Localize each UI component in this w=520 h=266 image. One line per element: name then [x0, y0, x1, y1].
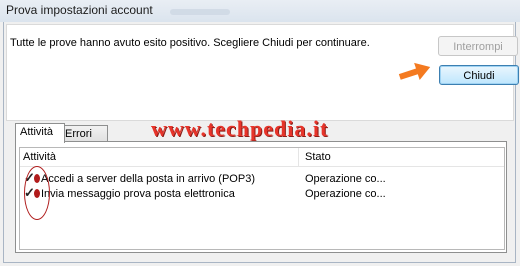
column-divider[interactable] [298, 148, 299, 166]
row-task: Invia messaggio prova posta elettronica [41, 188, 235, 200]
dialog-body: Tutte le prove hanno avuto esito positiv… [3, 22, 519, 263]
message-panel: Tutte le prove hanno avuto esito positiv… [6, 24, 519, 121]
row-status: Operazione co... [305, 173, 386, 185]
tab-errors[interactable]: Errori [60, 125, 108, 142]
results-list[interactable]: Attività Stato ✓ Accedi a server della p… [19, 147, 505, 250]
tab-activities[interactable]: Attività [15, 123, 65, 143]
list-header: Attività Stato [20, 148, 504, 167]
row-status: Operazione co... [305, 188, 386, 200]
title-bar: Prova impostazioni account [0, 0, 520, 22]
arrow-right-icon [398, 62, 431, 80]
tab-panel: Attività Stato ✓ Accedi a server della p… [15, 141, 507, 253]
table-row[interactable]: ✓ Invia messaggio prova posta elettronic… [20, 185, 504, 202]
annotation-circle [24, 166, 50, 220]
window-title: Prova impostazioni account [6, 3, 153, 17]
blurred-area [170, 9, 230, 15]
table-row[interactable]: ✓ Accedi a server della posta in arrivo … [20, 170, 504, 187]
watermark: www.techpedia.it [151, 116, 329, 141]
stop-button[interactable]: Interrompi [438, 36, 518, 56]
column-header-status[interactable]: Stato [305, 151, 331, 163]
status-message: Tutte le prove hanno avuto esito positiv… [10, 37, 370, 49]
close-button[interactable]: Chiudi [439, 65, 519, 85]
row-task: Accedi a server della posta in arrivo (P… [41, 173, 255, 185]
column-header-activity[interactable]: Attività [23, 151, 56, 163]
